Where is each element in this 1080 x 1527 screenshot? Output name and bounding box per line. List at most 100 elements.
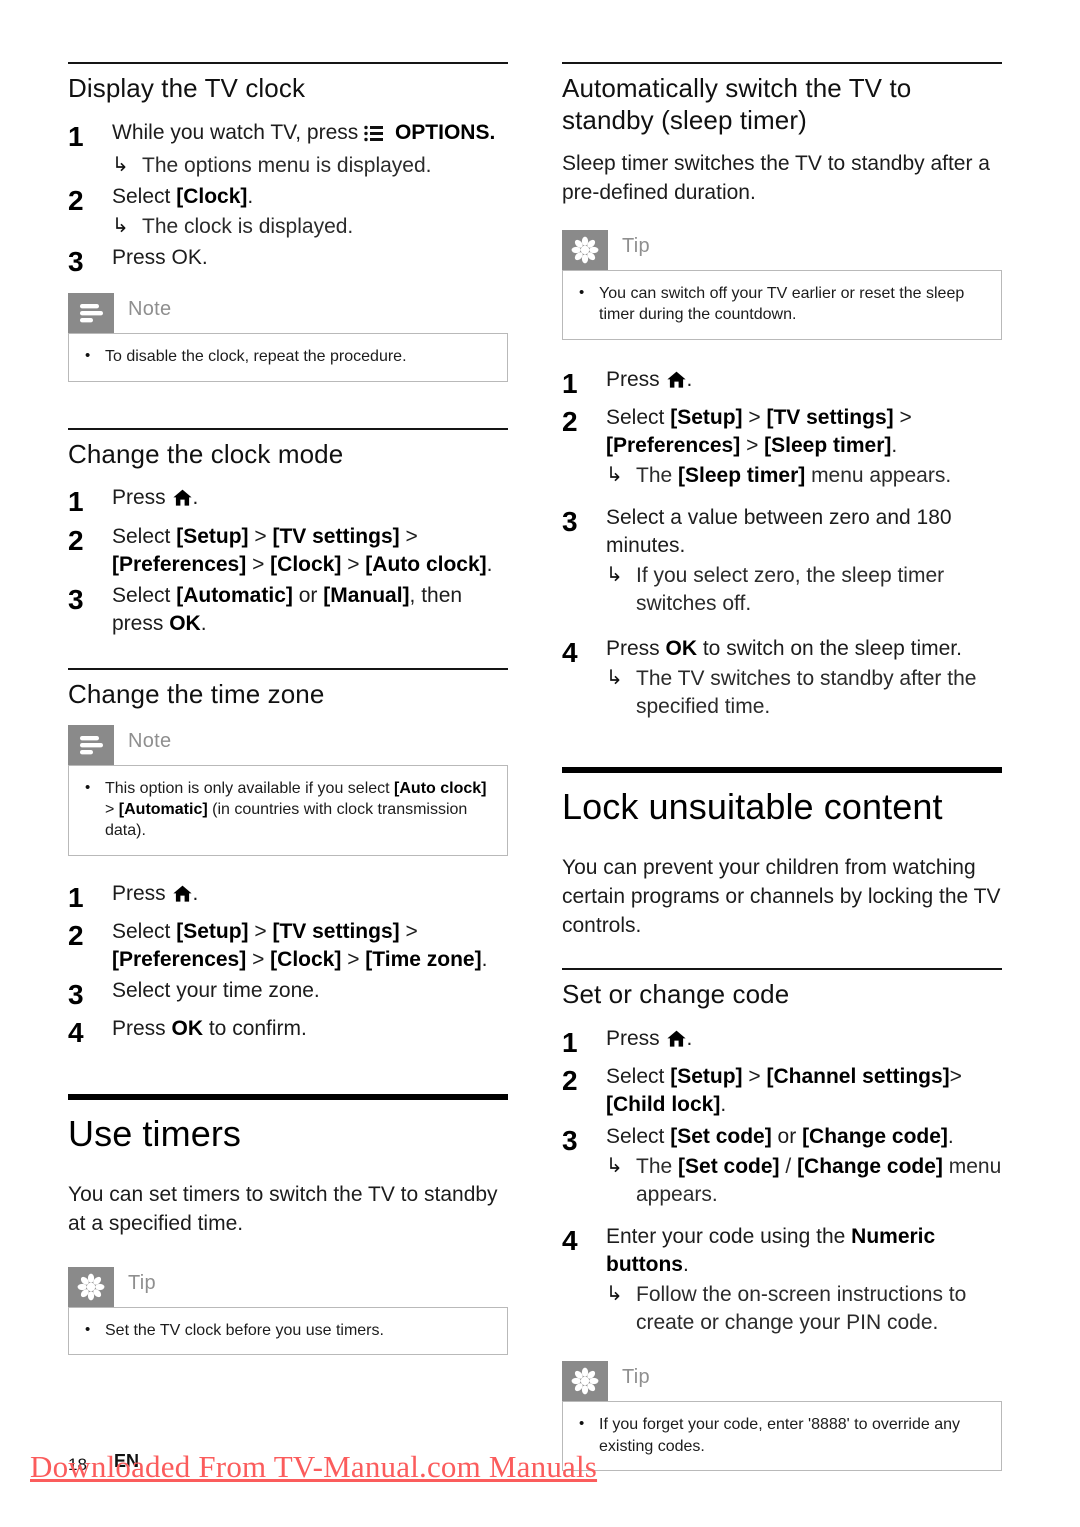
step-text: Press . bbox=[112, 880, 508, 910]
step-text-after-icon: OPTIONS. bbox=[389, 120, 496, 144]
result-arrow-icon: ↳ bbox=[606, 463, 623, 486]
tip-item-text: Set the TV clock before you use timers. bbox=[105, 1321, 384, 1339]
note-body: • To disable the clock, repeat the proce… bbox=[68, 333, 508, 382]
note-label: Note bbox=[128, 729, 172, 752]
period: . bbox=[686, 367, 693, 391]
step-number: 2 bbox=[562, 1065, 578, 1097]
section-sleep-timer: Automatically switch the TV to standby (… bbox=[562, 62, 1002, 721]
result-text: If you select zero, the sleep timer swit… bbox=[636, 564, 945, 616]
heading-lock-unsuitable-content: Lock unsuitable content bbox=[562, 785, 943, 827]
step-number: 2 bbox=[68, 184, 84, 216]
note-callout: Note • This option is only available if … bbox=[68, 724, 508, 856]
step-number: 1 bbox=[562, 1027, 578, 1059]
note-callout: Note • To disable the clock, repeat the … bbox=[68, 293, 508, 382]
bullet-icon: • bbox=[579, 283, 585, 301]
step-text: Select [Setup] > [TV settings] > [Prefer… bbox=[606, 405, 912, 457]
press-label: Press bbox=[606, 1027, 666, 1051]
page-footer: 18 EN Downloaded From TV-Manual.com Manu… bbox=[30, 1437, 1012, 1497]
result-text: The [Set code] / [Change code] menu appe… bbox=[636, 1154, 1002, 1206]
tip-icon bbox=[68, 1266, 114, 1307]
bullet-icon: • bbox=[85, 778, 91, 796]
section-display-tv-clock: Display the TV clock 1 While you watch T… bbox=[68, 62, 508, 382]
steps-change-clock-mode: 1 Press . 2 Select [Setup] > [TV setting… bbox=[68, 484, 508, 638]
right-column: Automatically switch the TV to standby (… bbox=[562, 62, 1002, 1489]
step-item: 2 Select [Setup] > [Channel settings]>[C… bbox=[562, 1063, 1002, 1119]
section-divider bbox=[562, 62, 1002, 64]
section-lock-unsuitable-content: Lock unsuitable content You can prevent … bbox=[562, 766, 1002, 940]
steps-change-time-zone: 1 Press . 2 Select [Setup] > [TV setting… bbox=[68, 880, 508, 1051]
steps-set-or-change-code: 1 Press . 2 Select [Setup] > [Channel se… bbox=[562, 1025, 1002, 1337]
left-column: Display the TV clock 1 While you watch T… bbox=[68, 62, 508, 1373]
tip-item: • You can switch off your TV earlier or … bbox=[579, 283, 985, 326]
note-item-text: This option is only available if you sel… bbox=[105, 779, 487, 840]
watermark-text: Downloaded From TV-Manual.com Manuals bbox=[30, 1449, 598, 1484]
step-number: 3 bbox=[68, 978, 84, 1010]
intro-lock-unsuitable-content: You can prevent your children from watch… bbox=[562, 856, 1001, 937]
period: . bbox=[192, 486, 199, 510]
note-icon bbox=[68, 724, 114, 765]
step-number: 4 bbox=[562, 636, 578, 668]
section-use-timers: Use timers You can set timers to switch … bbox=[68, 1094, 508, 1356]
menu-token-clock: [Clock] bbox=[176, 184, 248, 208]
tip-callout: Tip • You can switch off your TV earlier… bbox=[562, 229, 1002, 340]
heading-change-time-zone: Change the time zone bbox=[68, 679, 325, 710]
step-number: 1 bbox=[68, 120, 84, 152]
step-item: 3 Select your time zone. bbox=[68, 977, 508, 1012]
tip-label: Tip bbox=[622, 1366, 650, 1389]
result-arrow-icon: ↳ bbox=[606, 1283, 623, 1306]
note-body: • This option is only available if you s… bbox=[68, 764, 508, 856]
steps-sleep-timer: 1 Press . 2 Select [Setup] > [TV setting… bbox=[562, 366, 1002, 721]
tip-body: • You can switch off your TV earlier or … bbox=[562, 269, 1002, 340]
result-text: The options menu is displayed. bbox=[142, 153, 432, 177]
step-text: Press OK. bbox=[112, 246, 208, 270]
heading-sleep-timer: Automatically switch the TV to standby (… bbox=[562, 73, 912, 135]
step-result: ↳ The options menu is displayed. bbox=[112, 152, 508, 180]
step-item: 1 Press . bbox=[68, 484, 508, 519]
tip-body: • Set the TV clock before you use timers… bbox=[68, 1306, 508, 1356]
bullet-icon: • bbox=[85, 347, 91, 365]
step-text: Select [Setup] > [TV settings] > [Prefer… bbox=[112, 919, 488, 971]
result-arrow-icon: ↳ bbox=[112, 153, 129, 176]
step-text: Select [Set code] or [Change code]. bbox=[606, 1124, 954, 1148]
result-arrow-icon: ↳ bbox=[606, 1154, 623, 1177]
section-divider bbox=[68, 427, 508, 430]
step-item: 4 Enter your code using the Numeric butt… bbox=[562, 1223, 1002, 1338]
result-text: The TV switches to standby after the spe… bbox=[636, 666, 977, 718]
two-column-layout: Display the TV clock 1 While you watch T… bbox=[68, 62, 1022, 1489]
step-text: Enter your code using the Numeric button… bbox=[606, 1224, 936, 1277]
step-number: 3 bbox=[562, 1124, 578, 1156]
major-section-divider bbox=[562, 766, 1002, 773]
step-number: 2 bbox=[68, 919, 84, 951]
tip-icon bbox=[562, 229, 608, 270]
step-text: Press . bbox=[606, 1025, 1002, 1055]
tip-item-text: You can switch off your TV earlier or re… bbox=[599, 284, 965, 324]
step-item: 2 Select [Setup] > [TV settings] > [Pref… bbox=[562, 404, 1002, 490]
section-set-or-change-code: Set or change code 1 Press . 2 Select [S… bbox=[562, 968, 1002, 1471]
note-item-text: To disable the clock, repeat the procedu… bbox=[105, 348, 407, 366]
note-item: • To disable the clock, repeat the proce… bbox=[85, 346, 491, 367]
step-item: 1 Press . bbox=[68, 880, 508, 915]
step-item: 2 Select [Setup] > [TV settings] > [Pref… bbox=[68, 918, 508, 974]
section-change-time-zone: Change the time zone Note • This option … bbox=[68, 668, 508, 1050]
result-text: Follow the on-screen instructions to cre… bbox=[636, 1283, 967, 1335]
step-number: 4 bbox=[68, 1017, 84, 1049]
intro-sleep-timer: Sleep timer switches the TV to standby a… bbox=[562, 152, 990, 205]
result-arrow-icon: ↳ bbox=[606, 564, 623, 587]
step-item: 2 Select [Clock]. ↳ The clock is display… bbox=[68, 183, 508, 241]
step-text: Select [Automatic] or [Manual], then pre… bbox=[112, 583, 463, 635]
press-label: Press bbox=[112, 486, 172, 510]
step-text: Select [Setup] > [TV settings] > [Prefer… bbox=[112, 524, 493, 576]
step-text: Press . bbox=[606, 366, 1002, 396]
step-number: 2 bbox=[562, 405, 578, 437]
step-text-before-icon: While you watch TV, press bbox=[112, 120, 365, 144]
step-number: 3 bbox=[68, 583, 84, 615]
step-number: 1 bbox=[68, 881, 84, 913]
section-divider bbox=[562, 968, 1002, 971]
step-text: Press . bbox=[112, 484, 508, 514]
step-result: ↳ The clock is displayed. bbox=[112, 213, 508, 241]
step-number: 1 bbox=[562, 367, 578, 399]
step-number: 1 bbox=[68, 486, 84, 518]
step-number: 4 bbox=[562, 1224, 578, 1256]
step-text: Select [Setup] > [Channel settings]>[Chi… bbox=[606, 1065, 962, 1117]
note-callout-header: Note bbox=[68, 724, 508, 765]
